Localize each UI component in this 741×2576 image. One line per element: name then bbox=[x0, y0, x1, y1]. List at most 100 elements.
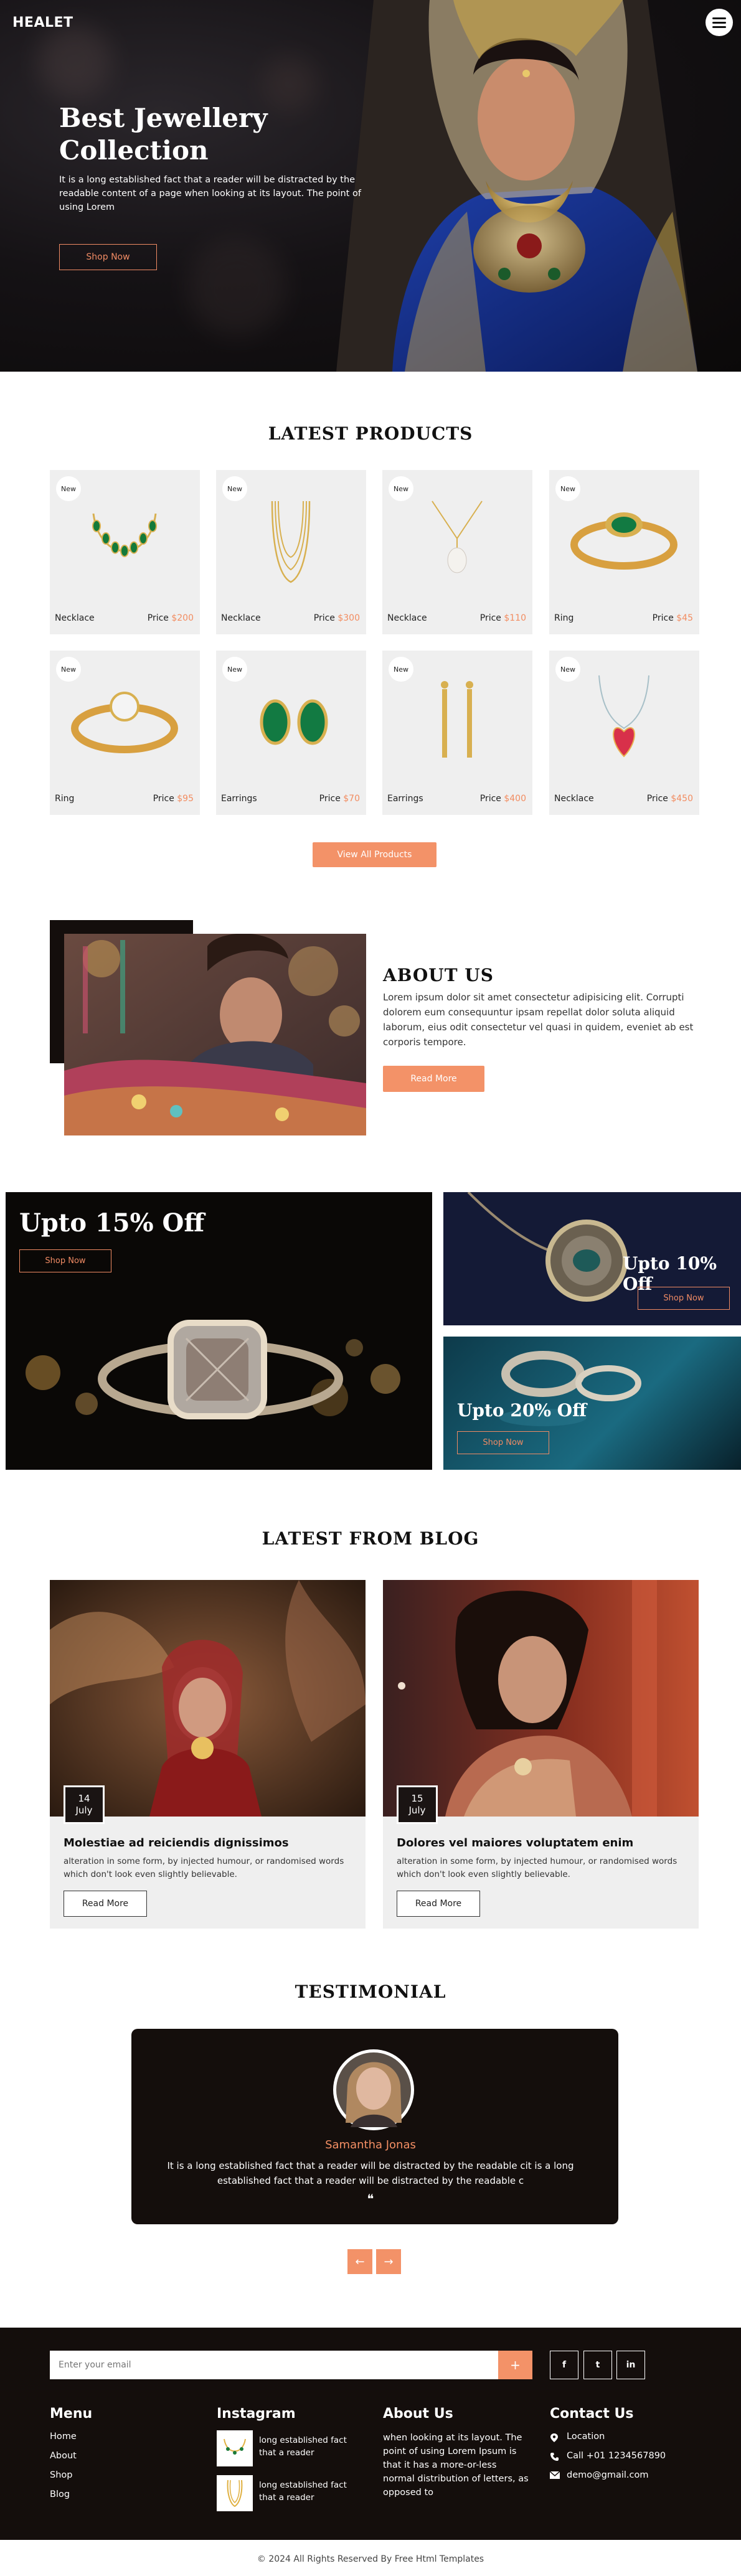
product-price: Price $400 bbox=[479, 794, 526, 804]
email-input[interactable] bbox=[50, 2351, 498, 2379]
footer-link-shop[interactable]: Shop bbox=[50, 2470, 72, 2480]
blog-post-excerpt: alteration in some form, by injected hum… bbox=[397, 1856, 677, 1879]
product-name: Necklace bbox=[221, 613, 261, 623]
new-badge: New bbox=[389, 476, 413, 501]
blog-card: 14 July Molestiae ad reiciendis dignissi… bbox=[50, 1580, 366, 1929]
blog-date: 15 July bbox=[397, 1785, 438, 1824]
product-card[interactable]: New Earrings Price $400 bbox=[382, 651, 532, 815]
product-price: Price $70 bbox=[319, 794, 360, 804]
shop-now-button[interactable]: Shop Now bbox=[59, 244, 157, 270]
promo-10-off: Upto 10% Off Shop Now bbox=[443, 1192, 741, 1325]
footer-link-blog[interactable]: Blog bbox=[50, 2489, 70, 2499]
footer-link-home[interactable]: Home bbox=[50, 2432, 77, 2442]
testimonial-text: It is a long established fact that a rea… bbox=[167, 2160, 574, 2186]
products-title: LATEST PRODUCTS bbox=[268, 423, 473, 444]
product-price: Price $300 bbox=[313, 613, 360, 623]
product-name: Earrings bbox=[387, 794, 423, 804]
about-image bbox=[64, 934, 366, 1135]
footer-about-text: when looking at its layout. The point of… bbox=[383, 2433, 529, 2498]
about-read-more-button[interactable]: Read More bbox=[383, 1066, 484, 1092]
contact-location[interactable]: Location bbox=[567, 2432, 605, 2442]
new-badge: New bbox=[555, 476, 580, 501]
product-card[interactable]: New Ring Price $45 bbox=[549, 470, 699, 634]
product-price: Price $450 bbox=[646, 794, 693, 804]
new-badge: New bbox=[222, 476, 247, 501]
blog-card: 15 July Dolores vel maiores voluptatem e… bbox=[383, 1580, 699, 1929]
envelope-icon bbox=[550, 2471, 560, 2479]
promo-20-off: Upto 20% Off Shop Now bbox=[443, 1337, 741, 1470]
facebook-icon[interactable]: f bbox=[550, 2351, 578, 2379]
instagram-caption[interactable]: long established fact that a reader bbox=[259, 2434, 359, 2459]
blog-read-more-button[interactable]: Read More bbox=[397, 1891, 480, 1917]
footer-contact-title: Contact Us bbox=[550, 2406, 634, 2422]
product-price: Price $110 bbox=[479, 613, 526, 623]
footer-about-title: About Us bbox=[383, 2406, 453, 2422]
contact-email[interactable]: demo@gmail.com bbox=[567, 2470, 648, 2480]
product-card[interactable]: New Ring Price $95 bbox=[50, 651, 200, 815]
footer-instagram-title: Instagram bbox=[217, 2406, 296, 2422]
product-name: Ring bbox=[554, 613, 574, 623]
product-price: Price $45 bbox=[652, 613, 693, 623]
hamburger-icon bbox=[712, 17, 726, 19]
blog-read-more-button[interactable]: Read More bbox=[64, 1891, 147, 1917]
new-badge: New bbox=[222, 657, 247, 682]
blog-post-title[interactable]: Dolores vel maiores voluptatem enim bbox=[397, 1836, 633, 1850]
quote-icon: ❝ bbox=[367, 2191, 374, 2206]
contact-phone[interactable]: Call +01 1234567890 bbox=[567, 2451, 666, 2461]
testimonial-title: TESTIMONIAL bbox=[295, 1981, 446, 2002]
blog-image bbox=[383, 1580, 699, 1817]
product-name: Earrings bbox=[221, 794, 257, 804]
new-badge: New bbox=[389, 657, 413, 682]
new-badge: New bbox=[555, 657, 580, 682]
product-card[interactable]: New Necklace Price $450 bbox=[549, 651, 699, 815]
instagram-caption[interactable]: long established fact that a reader bbox=[259, 2479, 359, 2504]
linkedin-icon[interactable]: in bbox=[616, 2351, 645, 2379]
blog-image bbox=[50, 1580, 366, 1817]
hero-title: Best Jewellery Collection bbox=[59, 102, 333, 167]
product-card[interactable]: New Earrings Price $70 bbox=[216, 651, 366, 815]
testimonial-prev-button[interactable]: ← bbox=[347, 2249, 372, 2274]
product-name: Necklace bbox=[554, 794, 594, 804]
avatar bbox=[333, 2049, 414, 2130]
phone-icon bbox=[550, 2453, 559, 2461]
blog-post-excerpt: alteration in some form, by injected hum… bbox=[64, 1856, 344, 1879]
product-price: Price $200 bbox=[147, 613, 194, 623]
about-title: ABOUT US bbox=[383, 965, 494, 985]
hero-title-line1: Best Jewellery bbox=[59, 103, 268, 133]
about-text: Lorem ipsum dolor sit amet consectetur a… bbox=[383, 992, 694, 1048]
hero-text: It is a long established fact that a rea… bbox=[59, 175, 361, 212]
product-name: Necklace bbox=[55, 613, 95, 623]
site-logo[interactable]: HEALET bbox=[12, 15, 73, 31]
promo-shop-now-button[interactable]: Shop Now bbox=[638, 1287, 730, 1310]
promo-title: Upto 20% Off bbox=[457, 1400, 587, 1421]
menu-button[interactable] bbox=[706, 9, 733, 36]
location-icon bbox=[550, 2433, 558, 2442]
blog-post-title[interactable]: Molestiae ad reiciendis dignissimos bbox=[64, 1836, 289, 1850]
promo-15-off: Upto 15% Off Shop Now bbox=[6, 1192, 432, 1470]
product-name: Necklace bbox=[387, 613, 427, 623]
instagram-thumb[interactable] bbox=[217, 2430, 253, 2466]
product-card[interactable]: New Necklace Price $200 bbox=[50, 470, 200, 634]
product-name: Ring bbox=[55, 794, 75, 804]
blog-title: LATEST FROM BLOG bbox=[262, 1528, 479, 1549]
blog-date: 14 July bbox=[64, 1785, 105, 1824]
new-badge: New bbox=[56, 476, 81, 501]
hero-title-line2: Collection bbox=[59, 135, 209, 166]
new-badge: New bbox=[56, 657, 81, 682]
footer-menu-title: Menu bbox=[50, 2406, 93, 2422]
hero-banner: HEALET Best Jewellery Collection It is a… bbox=[0, 0, 741, 372]
promo-title: Upto 15% Off bbox=[19, 1208, 205, 1238]
product-card[interactable]: New Necklace Price $110 bbox=[382, 470, 532, 634]
view-all-products-button[interactable]: View All Products bbox=[313, 842, 437, 867]
product-card[interactable]: New Necklace Price $300 bbox=[216, 470, 366, 634]
copyright-text: © 2024 All Rights Reserved By Free Html … bbox=[257, 2554, 484, 2564]
promo-shop-now-button[interactable]: Shop Now bbox=[19, 1249, 111, 1272]
subscribe-button[interactable]: + bbox=[498, 2351, 532, 2379]
testimonial-next-button[interactable]: → bbox=[376, 2249, 401, 2274]
product-price: Price $95 bbox=[153, 794, 194, 804]
footer-link-about[interactable]: About bbox=[50, 2451, 77, 2461]
promo-shop-now-button[interactable]: Shop Now bbox=[457, 1431, 549, 1454]
testimonial-name: Samantha Jonas bbox=[325, 2138, 416, 2151]
instagram-thumb[interactable] bbox=[217, 2475, 253, 2511]
twitter-icon[interactable]: t bbox=[583, 2351, 612, 2379]
